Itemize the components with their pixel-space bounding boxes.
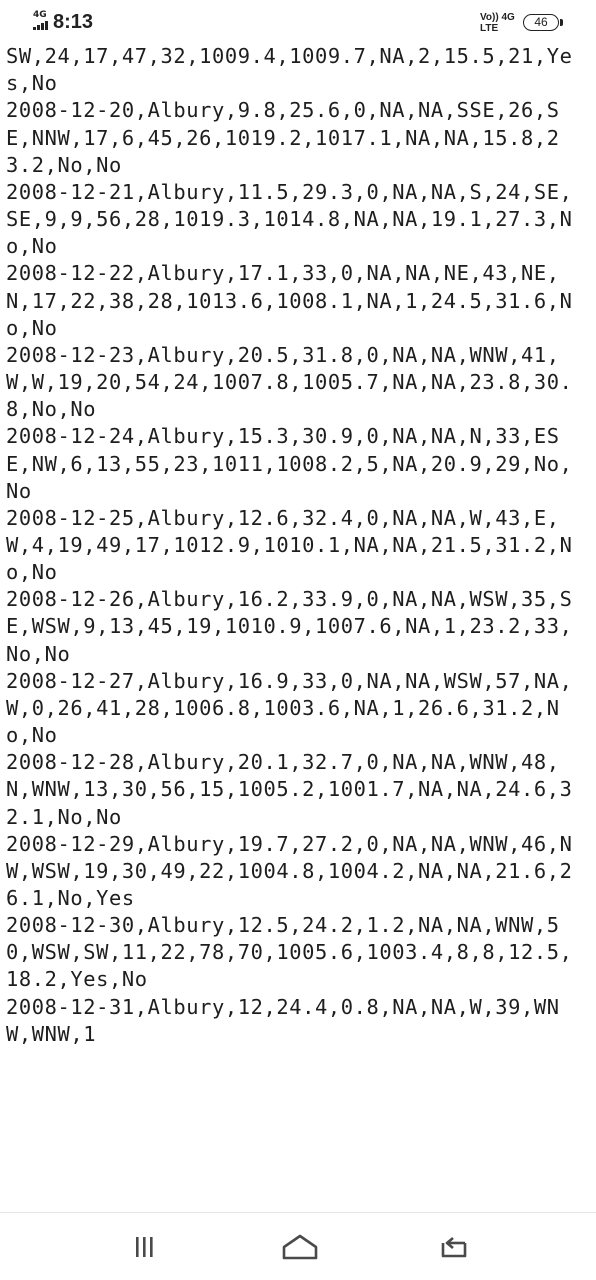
text-line: 2008-12-24,Albury,15.3,30.9,0,NA,NA,N,33… (6, 424, 573, 503)
text-line: 2008-12-26,Albury,16.2,33.9,0,NA,NA,WSW,… (6, 587, 573, 666)
text-line: 2008-12-23,Albury,20.5,31.8,0,NA,NA,WNW,… (6, 342, 573, 422)
volte-indicator: Vo)) 4G LTE (478, 12, 520, 36)
text-line: 2008-12-22,Albury,17.1,33,0,NA,NA,NE,43,… (6, 261, 573, 340)
text-line: SW,24,17,47,32,1009.4,1009.7,NA,2,15.5,2… (6, 44, 573, 96)
text-line: 2008-12-29,Albury,19.7,27.2,0,NA,NA,WNW,… (6, 831, 573, 910)
battery-level: 46 (534, 15, 548, 29)
lte-label: LTE (480, 23, 499, 34)
clock: 8:13 (53, 11, 94, 33)
text-line: 2008-12-20,Albury,9.8,25.6,0,NA,NA,SSE,2… (6, 98, 560, 177)
menu-icon[interactable] (128, 1229, 168, 1265)
status-bar: 4G 8:13 Vo)) 4G LTE 46 (0, 0, 596, 46)
text-line: 2008-12-31,Albury,12,24.4,0.8,NA,NA,W,39… (6, 994, 560, 1046)
text-viewer[interactable]: 19,Albury,11.2,22.3,10.0,NA,NA,SSE,43,NS… (0, 28, 596, 1212)
navigation-bar (0, 1212, 596, 1280)
text-line: 2008-12-21,Albury,11.5,29.3,0,NA,NA,S,24… (6, 179, 573, 259)
volte-label: Vo)) 4G (480, 12, 515, 23)
home-icon[interactable] (280, 1229, 320, 1265)
text-line: 2008-12-30,Albury,12.5,24.2,1.2,NA,NA,WN… (6, 913, 573, 992)
text-line: 2008-12-28,Albury,20.1,32.7,0,NA,NA,WNW,… (6, 750, 573, 829)
text-line: 2008-12-27,Albury,16.9,33,0,NA,NA,WSW,57… (6, 668, 573, 748)
battery-tip (560, 19, 563, 26)
signal-icon: 4G (33, 10, 49, 32)
network-type: 4G (33, 10, 47, 20)
text-line: 2008-12-25,Albury,12.6,32.4,0,NA,NA,W,43… (6, 505, 573, 585)
file-contents: 19,Albury,11.2,22.3,10.0,NA,NA,SSE,43,NS… (0, 28, 590, 1048)
back-icon[interactable] (433, 1229, 473, 1265)
battery-icon: 46 (523, 14, 559, 31)
